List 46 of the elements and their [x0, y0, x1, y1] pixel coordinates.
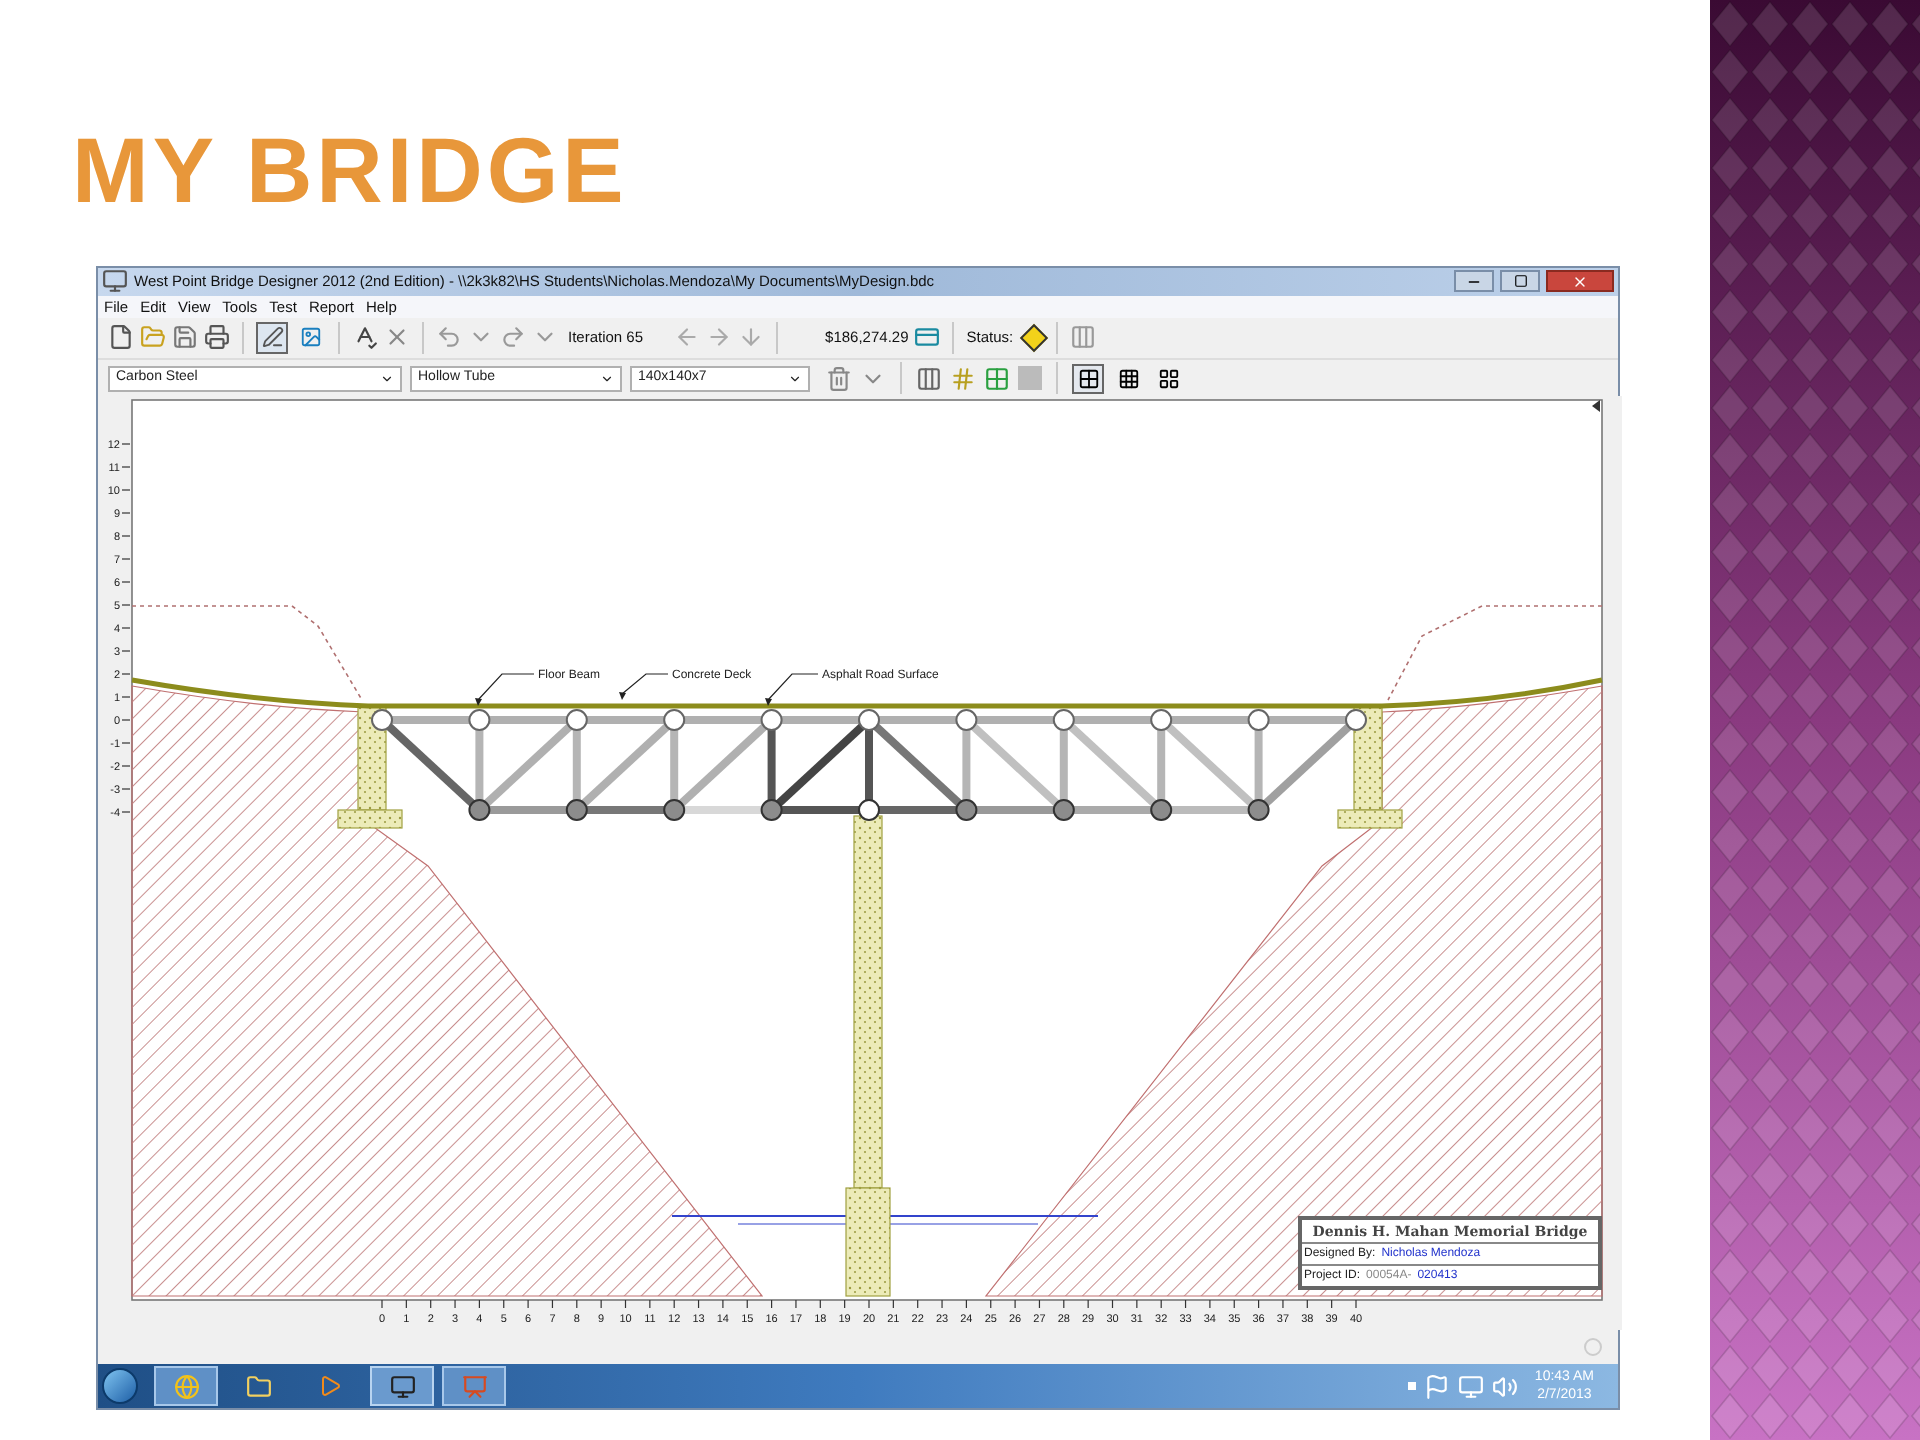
presentation-icon	[461, 1373, 487, 1400]
leader-line	[619, 673, 669, 700]
spellcheck-icon[interactable]	[352, 324, 378, 351]
down-arrow-icon[interactable]	[737, 324, 764, 351]
grid-icon[interactable]	[984, 365, 1010, 392]
warning-sign-icon[interactable]	[1019, 323, 1048, 353]
redo-icon[interactable]	[500, 324, 526, 351]
maximize-icon	[1513, 274, 1527, 289]
grid-icon	[1117, 367, 1139, 390]
grid-button[interactable]	[1072, 363, 1104, 394]
leader-line	[475, 673, 535, 706]
image-icon	[299, 326, 321, 349]
scroll-arrow-icon[interactable]	[1592, 399, 1600, 412]
flag-icon[interactable]	[1424, 1373, 1451, 1400]
columns-icon[interactable]	[916, 365, 942, 392]
app-icon	[102, 268, 128, 295]
undo-icon[interactable]	[436, 324, 462, 351]
close-icon	[1572, 273, 1588, 290]
globe-icon	[173, 1373, 199, 1400]
save-icon[interactable]	[172, 324, 198, 351]
caret-icon	[788, 371, 802, 386]
trash-icon[interactable]	[826, 365, 852, 392]
folder-icon	[245, 1373, 271, 1400]
drawing-tool-button[interactable]	[256, 321, 288, 354]
print-icon[interactable]	[204, 324, 230, 351]
new-file-icon[interactable]	[108, 324, 134, 351]
caret-icon	[380, 371, 394, 386]
grid-icon	[1077, 367, 1099, 390]
caret-icon	[600, 371, 614, 386]
grid-icon	[1157, 367, 1179, 390]
leader-line	[765, 673, 819, 706]
minimize-button[interactable]	[1454, 270, 1494, 293]
taskbar-app-button[interactable]	[370, 1366, 434, 1407]
right-arrow-icon[interactable]	[705, 324, 732, 351]
columns-icon[interactable]	[1069, 324, 1096, 351]
number-grid-icon[interactable]	[950, 365, 976, 392]
start-button[interactable]	[102, 1368, 138, 1405]
taskbar-app-button[interactable]	[154, 1366, 218, 1407]
close-button[interactable]	[1546, 270, 1614, 293]
left-arrow-icon[interactable]	[673, 324, 700, 351]
volume-icon[interactable]	[1492, 1373, 1519, 1400]
pen-icon	[261, 326, 283, 349]
slide-title: MY BRIDGE	[72, 124, 628, 216]
maximize-button[interactable]	[1500, 270, 1540, 293]
monitor-icon	[389, 1373, 415, 1400]
play-icon	[318, 1374, 342, 1399]
